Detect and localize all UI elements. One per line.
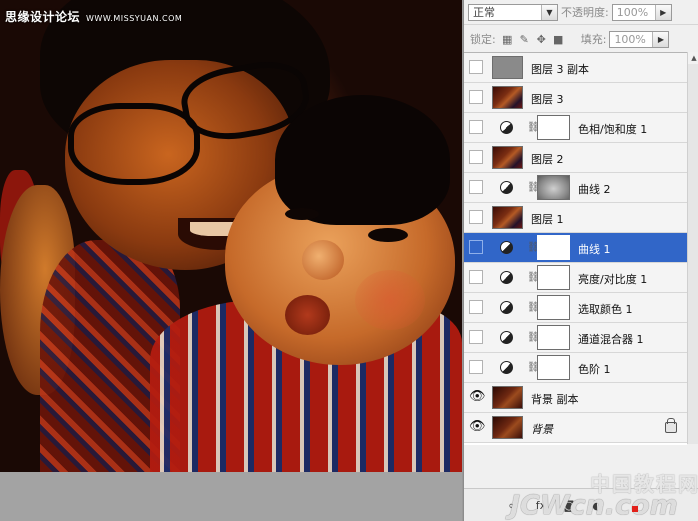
fill-input[interactable]: 100% ▶	[609, 30, 670, 48]
child-nose	[302, 240, 344, 280]
layer-thumbnail[interactable]	[492, 86, 523, 109]
lock-transparency-icon[interactable]: ▦	[502, 33, 513, 46]
layer-thumbnail[interactable]	[492, 146, 523, 169]
layer-name: 背景	[531, 423, 553, 436]
watermark-dot	[632, 506, 638, 512]
layer-row[interactable]: 图层 3 副本	[464, 53, 687, 83]
layer-row[interactable]: 图层 3	[464, 83, 687, 113]
layer-row[interactable]: 图层 2	[464, 143, 687, 173]
visibility-toggle[interactable]	[469, 300, 483, 314]
layer-row[interactable]: ⛓ 选取颜色 1	[464, 293, 687, 323]
layer-row[interactable]: 👁 背景 副本	[464, 383, 687, 413]
lock-icon	[665, 418, 677, 433]
layer-row[interactable]: ⛓ 色相/饱和度 1	[464, 113, 687, 143]
layers-panel: 正常 ▼ 不透明度: 100% ▶ 锁定: ▦ ✎ ✥ ■ 填充: 100% ▶…	[463, 0, 698, 521]
adjustment-layer-icon	[500, 271, 513, 284]
layers-scrollbar[interactable]: ▲	[687, 52, 698, 444]
layer-name: 图层 3 副本	[531, 63, 589, 76]
layer-row[interactable]: ⛓ 曲线 1	[464, 233, 687, 263]
child-mouth	[285, 295, 330, 335]
lock-brush-icon[interactable]: ✎	[519, 33, 530, 46]
layer-name: 图层 3	[531, 93, 564, 106]
visibility-toggle[interactable]	[469, 240, 483, 254]
chevron-down-icon: ▼	[541, 4, 557, 20]
layer-mask-thumbnail[interactable]	[537, 235, 570, 260]
layer-name: 色阶 1	[578, 363, 611, 376]
site-watermark-en: JCWcn.com	[510, 490, 678, 521]
blend-mode-select[interactable]: 正常 ▼	[468, 3, 558, 21]
visibility-toggle[interactable]	[469, 270, 483, 284]
visibility-toggle[interactable]	[469, 60, 483, 74]
fill-label: 填充:	[580, 33, 607, 46]
lock-label: 锁定:	[470, 33, 496, 46]
chevron-right-icon: ▶	[652, 31, 669, 47]
opacity-label: 不透明度:	[561, 6, 609, 19]
layer-name: 背景 副本	[531, 393, 579, 406]
adjustment-layer-icon	[500, 181, 513, 194]
child-eye-right	[368, 228, 408, 242]
layer-row[interactable]: 👁 背景	[464, 413, 687, 443]
layer-name: 曲线 2	[578, 183, 611, 196]
layer-name: 通道混合器 1	[578, 333, 644, 346]
layer-row[interactable]: ⛓ 亮度/对比度 1	[464, 263, 687, 293]
child-eye-left	[285, 208, 319, 220]
layer-mask-thumbnail[interactable]	[537, 115, 570, 140]
visibility-toggle[interactable]	[469, 210, 483, 224]
child-hair	[275, 95, 450, 225]
visibility-toggle[interactable]	[469, 120, 483, 134]
canvas-watermark-url: WWW.MISSYUAN.COM	[86, 14, 183, 23]
adjustment-layer-icon	[500, 121, 513, 134]
adjustment-layer-icon	[500, 241, 513, 254]
blend-row: 正常 ▼ 不透明度: 100% ▶	[464, 0, 698, 25]
workspace-background	[0, 472, 462, 521]
lock-row: 锁定: ▦ ✎ ✥ ■ 填充: 100% ▶	[464, 28, 698, 50]
eye-icon[interactable]: 👁	[469, 390, 486, 404]
adjustment-layer-icon	[500, 301, 513, 314]
layers-list[interactable]: 图层 3 副本 图层 3 ⛓ 色相/饱和度 1 图层 2 ⛓ 曲线 2 图层 1 ⛓ 曲线 1 ⛓ 亮…	[464, 52, 687, 445]
fill-value: 100%	[614, 32, 646, 46]
layer-row[interactable]: ⛓ 曲线 2	[464, 173, 687, 203]
canvas-watermark: 思缘设计论坛 WWW.MISSYUAN.COM	[5, 8, 182, 25]
adjustment-layer-icon	[500, 331, 513, 344]
blend-mode-value: 正常	[473, 6, 495, 19]
adjustment-layer-icon	[500, 361, 513, 374]
layer-row[interactable]: 图层 1	[464, 203, 687, 233]
chevron-right-icon: ▶	[654, 4, 671, 20]
layer-name: 图层 1	[531, 213, 564, 226]
layer-name: 亮度/对比度 1	[578, 273, 648, 286]
visibility-toggle[interactable]	[469, 90, 483, 104]
lock-all-icon[interactable]: ■	[553, 33, 564, 46]
layer-mask-thumbnail[interactable]	[537, 325, 570, 350]
layer-name: 图层 2	[531, 153, 564, 166]
image-canvas[interactable]: 思缘设计论坛 WWW.MISSYUAN.COM	[0, 0, 462, 472]
scroll-up-arrow-icon[interactable]: ▲	[688, 52, 698, 64]
layer-name: 选取颜色 1	[578, 303, 633, 316]
layer-thumbnail[interactable]	[492, 206, 523, 229]
layer-thumbnail[interactable]	[492, 386, 523, 409]
layer-row[interactable]: ⛓ 色阶 1	[464, 353, 687, 383]
layer-thumbnail[interactable]	[492, 416, 523, 439]
layer-name: 色相/饱和度 1	[578, 123, 648, 136]
visibility-toggle[interactable]	[469, 180, 483, 194]
layer-mask-thumbnail[interactable]	[537, 265, 570, 290]
layer-mask-thumbnail[interactable]	[537, 175, 570, 200]
visibility-toggle[interactable]	[469, 330, 483, 344]
lock-move-icon[interactable]: ✥	[536, 33, 547, 46]
layer-thumbnail[interactable]	[492, 56, 523, 79]
layer-name: 曲线 1	[578, 243, 611, 256]
layer-mask-thumbnail[interactable]	[537, 295, 570, 320]
canvas-watermark-text: 思缘设计论坛	[5, 10, 81, 24]
layer-mask-thumbnail[interactable]	[537, 355, 570, 380]
layer-row[interactable]: ⛓ 通道混合器 1	[464, 323, 687, 353]
visibility-toggle[interactable]	[469, 150, 483, 164]
visibility-toggle[interactable]	[469, 360, 483, 374]
glasses-left-lens	[68, 103, 200, 185]
opacity-input[interactable]: 100% ▶	[611, 3, 672, 21]
site-watermark: 中国教程网 JCWcn.com	[510, 468, 698, 521]
opacity-value: 100%	[616, 5, 649, 19]
eye-icon[interactable]: 👁	[469, 420, 486, 434]
child-cheek	[355, 270, 425, 330]
